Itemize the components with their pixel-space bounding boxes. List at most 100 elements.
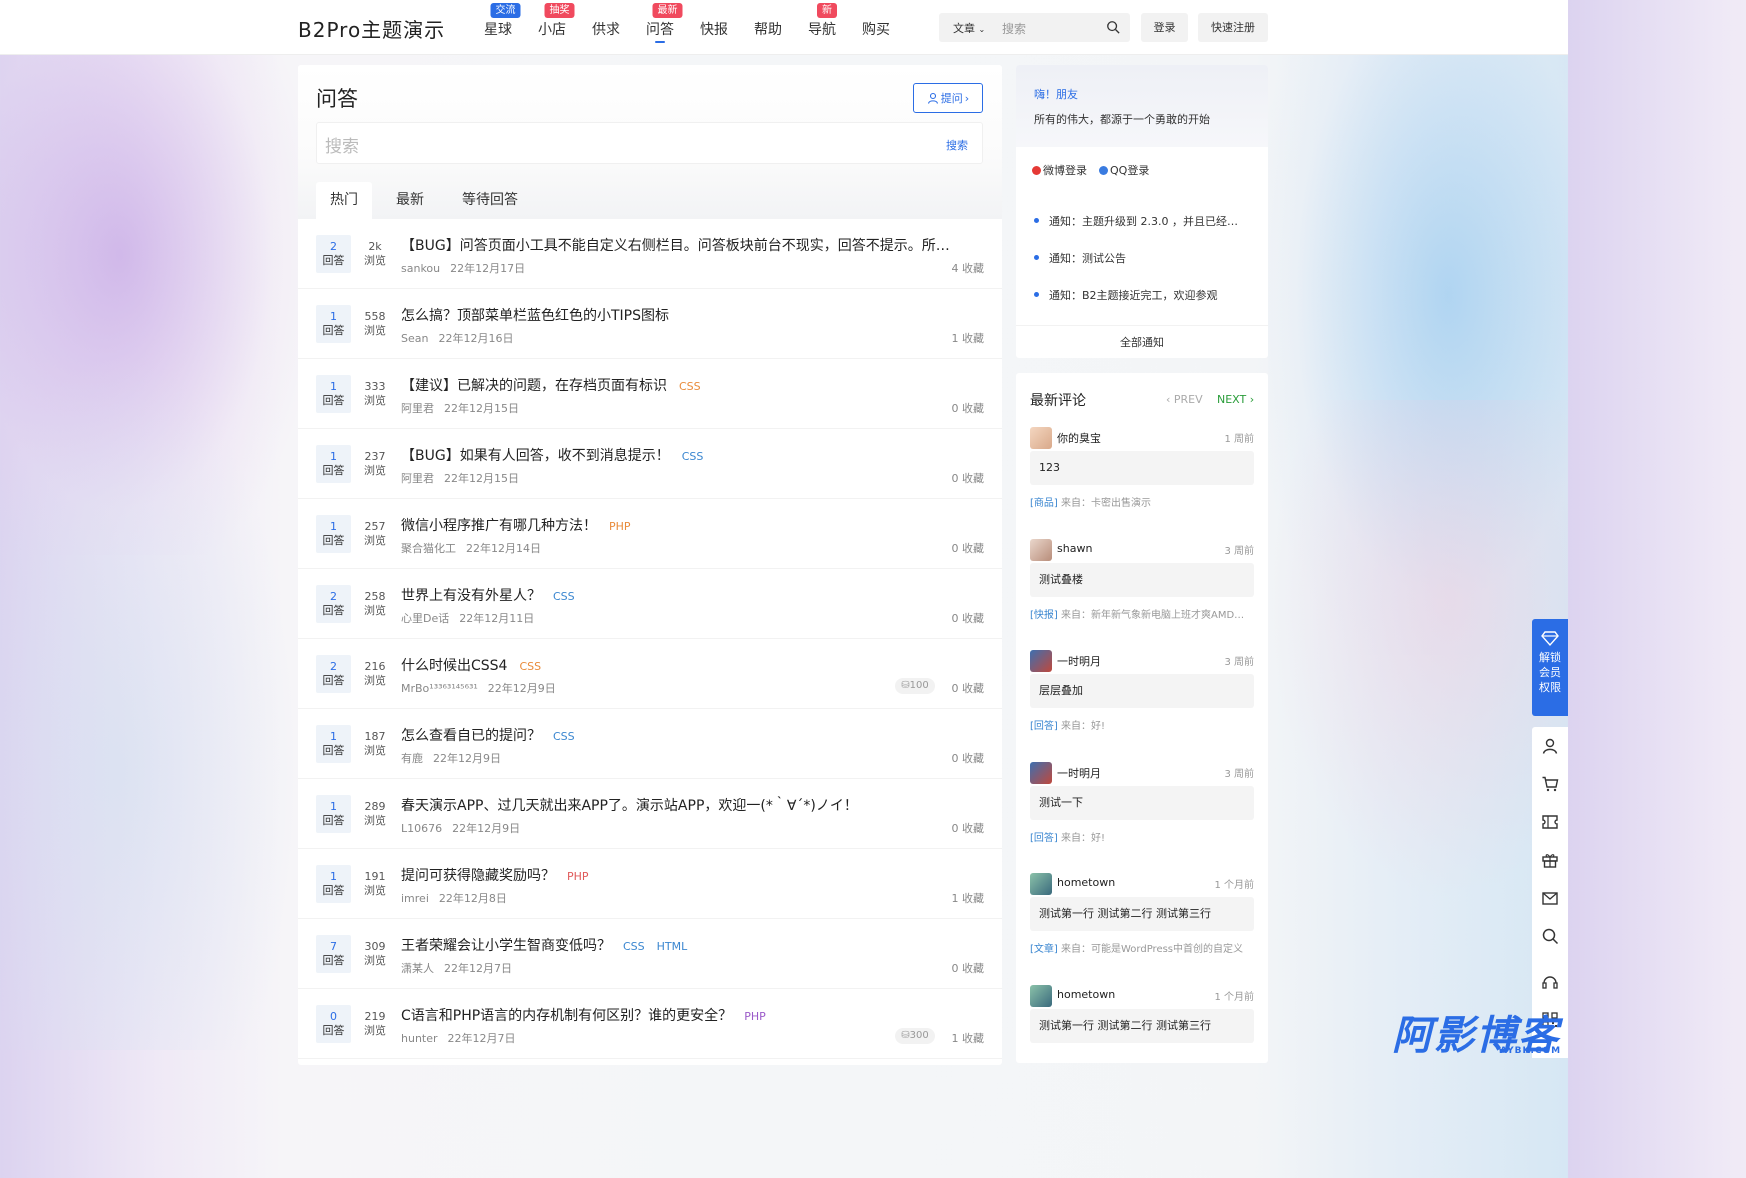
- comment-source[interactable]: [回答] 来自：好!: [1030, 717, 1254, 732]
- nav-item[interactable]: 帮助: [754, 0, 782, 55]
- comment-author[interactable]: 一时明月: [1057, 765, 1101, 781]
- question-title[interactable]: 怎么搞？顶部菜单栏蓝色红色的小TIPS图标: [401, 305, 971, 325]
- cart-icon[interactable]: [1541, 775, 1559, 793]
- headset-icon[interactable]: [1541, 973, 1559, 991]
- question-row[interactable]: 2 回答 258 浏览 世界上有没有外星人？ CSS 心里De话 22年12月11日…: [298, 569, 1002, 639]
- tab-item[interactable]: 等待回答: [448, 182, 532, 219]
- question-row[interactable]: 7 回答 309 浏览 王者荣耀会让小学生智商变低吗？ CSS HTML 潇某人 22…: [298, 919, 1002, 989]
- question-row[interactable]: 1 回答 289 浏览 春天演示APP、过几天就出来APP了。演示站APP，欢迎…: [298, 779, 1002, 849]
- comment-body[interactable]: 测试第一行 测试第二行 测试第三行: [1030, 897, 1254, 931]
- question-tag[interactable]: CSS: [519, 660, 541, 673]
- question-row[interactable]: 1 回答 257 浏览 微信小程序推广有哪几种方法！ PHP 聚合猫化工 22年12…: [298, 499, 1002, 569]
- tab-item[interactable]: 最新: [382, 182, 438, 219]
- comment-body[interactable]: 123: [1030, 451, 1254, 485]
- site-logo[interactable]: B2Pro主题演示: [298, 14, 445, 43]
- question-title[interactable]: 春天演示APP、过几天就出来APP了。演示站APP，欢迎一(*｀∀´*)ノイ！: [401, 795, 971, 815]
- nav-item[interactable]: 购买: [862, 0, 890, 55]
- tab-item[interactable]: 热门: [316, 182, 372, 219]
- qq-login-button[interactable]: QQ登录: [1099, 162, 1149, 178]
- comment-source[interactable]: [回答] 来自：好!: [1030, 829, 1254, 844]
- comment-body[interactable]: 测试叠楼: [1030, 562, 1254, 597]
- question-row[interactable]: 2 回答 2k 浏览 【BUG】问答页面小工具不能自定义右侧栏目。问答板块前台不…: [298, 219, 1002, 289]
- notice-item[interactable]: 通知：B2主题接近完工，欢迎参观: [1034, 287, 1244, 303]
- question-row[interactable]: 1 回答 558 浏览 怎么搞？顶部菜单栏蓝色红色的小TIPS图标 Sean 22…: [298, 289, 1002, 359]
- search-icon[interactable]: [1541, 927, 1559, 945]
- comment-body[interactable]: 层层叠加: [1030, 674, 1254, 708]
- question-author[interactable]: 潇某人: [401, 962, 434, 975]
- question-author[interactable]: sankou: [401, 262, 440, 275]
- question-title[interactable]: 微信小程序推广有哪几种方法！ PHP: [401, 515, 971, 535]
- ask-question-button[interactable]: 提问 ›: [913, 83, 983, 113]
- comment-author[interactable]: 一时明月: [1057, 653, 1101, 669]
- question-title[interactable]: 世界上有没有外星人？ CSS: [401, 585, 971, 605]
- comment-source[interactable]: [快报] 来自：新年新气象新电脑上班才爽AMD显卡: [1030, 606, 1254, 621]
- user-icon[interactable]: [1541, 737, 1559, 755]
- question-row[interactable]: 2 回答 216 浏览 什么时候出CSS4 CSS MrBo¹³³⁶³¹⁴⁵⁶³¹…: [298, 639, 1002, 709]
- question-tag[interactable]: CSS: [682, 450, 704, 463]
- question-tag[interactable]: CSS: [553, 730, 575, 743]
- question-author[interactable]: 聚合猫化工: [401, 542, 456, 555]
- question-row[interactable]: 1 回答 237 浏览 【BUG】如果有人回答，收不到消息提示！ CSS 阿里君 2…: [298, 429, 1002, 499]
- question-title[interactable]: C语言和PHP语言的内存机制有何区别？谁的更安全？ PHP: [401, 1005, 971, 1025]
- prev-button[interactable]: ‹ PREV: [1166, 393, 1203, 406]
- question-author[interactable]: L10676: [401, 822, 442, 835]
- comment-author[interactable]: shawn: [1057, 542, 1092, 555]
- question-tag[interactable]: PHP: [609, 520, 631, 533]
- nav-item[interactable]: 供求: [592, 0, 620, 55]
- next-button[interactable]: NEXT ›: [1217, 393, 1254, 406]
- question-row[interactable]: 1 回答 187 浏览 怎么查看自已的提问？ CSS 有鹿 22年12月9日 0 收…: [298, 709, 1002, 779]
- question-search-input[interactable]: 搜索: [325, 132, 359, 157]
- question-author[interactable]: 阿里君: [401, 402, 434, 415]
- question-author[interactable]: MrBo¹³³⁶³¹⁴⁵⁶³¹: [401, 682, 478, 695]
- question-title[interactable]: 王者荣耀会让小学生智商变低吗？ CSS HTML: [401, 935, 971, 955]
- question-tag[interactable]: PHP: [567, 870, 589, 883]
- notice-item[interactable]: 通知：主题升级到 2.3.0 ，并且已经改版了: [1034, 213, 1244, 229]
- comment-body[interactable]: 测试第一行 测试第二行 测试第三行: [1030, 1008, 1254, 1043]
- question-title[interactable]: 什么时候出CSS4 CSS: [401, 655, 971, 675]
- nav-item[interactable]: 导航新: [808, 0, 837, 55]
- avatar[interactable]: [1030, 761, 1052, 784]
- gift-icon[interactable]: [1541, 851, 1559, 869]
- question-title[interactable]: 提问可获得隐藏奖励吗？ PHP: [401, 865, 971, 885]
- question-row[interactable]: 0 回答 219 浏览 C语言和PHP语言的内存机制有何区别？谁的更安全？ PHP…: [298, 989, 1002, 1059]
- comment-author[interactable]: 你的臭宝: [1057, 430, 1101, 446]
- question-search-button[interactable]: 搜索: [946, 137, 968, 153]
- question-author[interactable]: 阿里君: [401, 472, 434, 485]
- question-row[interactable]: 1 回答 333 浏览 【建议】已解决的问题，在存档页面有标识 CSS 阿里君 22…: [298, 359, 1002, 429]
- question-tag[interactable]: HTML: [657, 940, 688, 953]
- question-title[interactable]: 【建议】已解决的问题，在存档页面有标识 CSS: [401, 375, 971, 395]
- avatar[interactable]: [1030, 538, 1052, 561]
- question-author[interactable]: imrei: [401, 892, 429, 905]
- weibo-login-button[interactable]: 微博登录: [1032, 162, 1087, 178]
- notice-item[interactable]: 通知：测试公告: [1034, 250, 1244, 266]
- nav-item[interactable]: 快报: [700, 0, 728, 55]
- mail-icon[interactable]: [1541, 889, 1559, 907]
- comment-source[interactable]: [商品] 来自：卡密出售演示: [1030, 494, 1254, 509]
- avatar[interactable]: [1030, 427, 1052, 449]
- header-search-input[interactable]: 搜索: [1002, 20, 1026, 37]
- nav-item[interactable]: 小店 抽奖: [538, 0, 575, 55]
- question-tag[interactable]: CSS: [679, 380, 701, 393]
- question-tag[interactable]: CSS: [553, 590, 575, 603]
- question-row[interactable]: 1 回答 191 浏览 提问可获得隐藏奖励吗？ PHP imrei 22年12月8日…: [298, 849, 1002, 919]
- login-button[interactable]: 登录: [1141, 13, 1188, 42]
- question-author[interactable]: 有鹿: [401, 752, 423, 765]
- ticket-icon[interactable]: [1541, 813, 1559, 831]
- comment-author[interactable]: hometown: [1057, 876, 1115, 889]
- question-author[interactable]: Sean: [401, 332, 428, 345]
- nav-item[interactable]: 问答 最新: [646, 0, 683, 55]
- comment-source[interactable]: [文章] 来自：可能是WordPress中首创的自定义: [1030, 940, 1254, 955]
- avatar[interactable]: [1030, 873, 1052, 895]
- unlock-vip-button[interactable]: 解锁 会员 权限: [1532, 619, 1568, 716]
- question-author[interactable]: hunter: [401, 1032, 438, 1045]
- question-title[interactable]: 怎么查看自已的提问？ CSS: [401, 725, 971, 745]
- question-title[interactable]: 【BUG】问答页面小工具不能自定义右侧栏目。问答板块前台不现实，回答不提示。所…: [401, 235, 971, 255]
- search-icon[interactable]: [1106, 20, 1120, 34]
- question-title[interactable]: 【BUG】如果有人回答，收不到消息提示！ CSS: [401, 445, 971, 465]
- comment-author[interactable]: hometown: [1057, 988, 1115, 1001]
- question-tag[interactable]: CSS: [623, 940, 645, 953]
- all-notices-link[interactable]: 全部通知: [1016, 325, 1268, 358]
- avatar[interactable]: [1030, 650, 1052, 672]
- search-type-select[interactable]: 文章 ⌄: [953, 20, 985, 36]
- register-button[interactable]: 快速注册: [1198, 13, 1268, 42]
